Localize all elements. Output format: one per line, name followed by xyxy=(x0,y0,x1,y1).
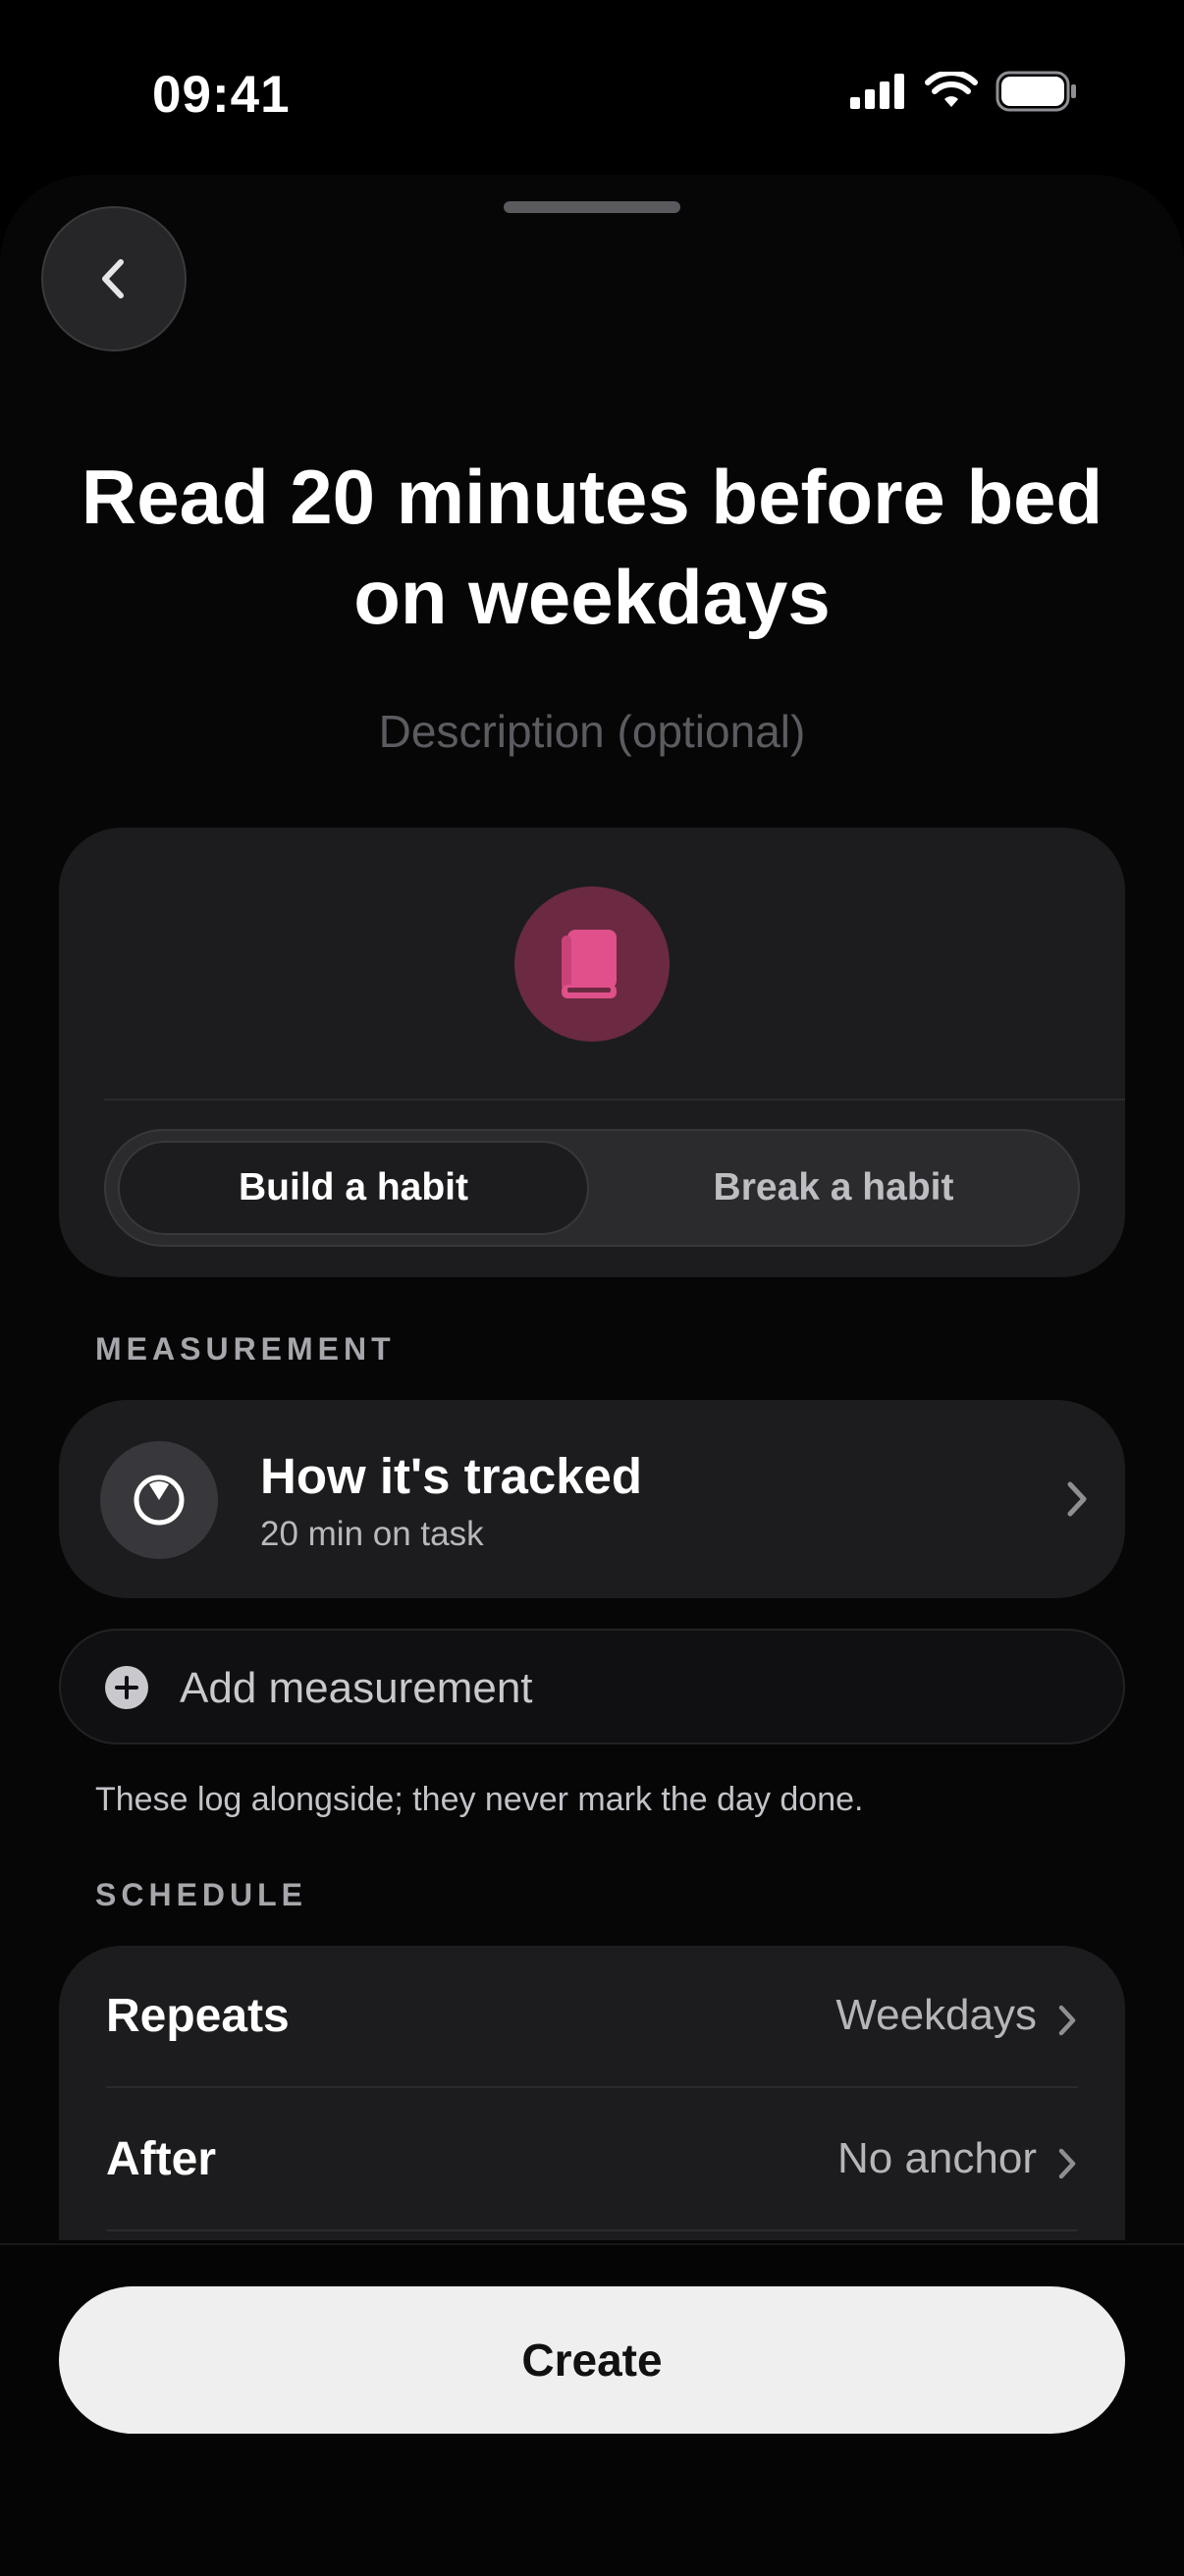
timer-icon xyxy=(134,1475,185,1526)
segment-break-habit[interactable]: Break a habit xyxy=(597,1141,1070,1235)
row-value: No anchor xyxy=(836,2134,1037,2182)
status-bar: 09:41 xyxy=(0,0,1184,187)
chevron-left-icon xyxy=(102,259,124,298)
measurement-section-label: MEASUREMENT xyxy=(95,1331,396,1367)
habit-icon-button[interactable] xyxy=(514,886,670,1042)
habit-mode-segmented-control: Build a habit Break a habit xyxy=(104,1129,1080,1247)
chevron-right-icon xyxy=(1067,1481,1087,1517)
back-button[interactable] xyxy=(41,206,187,351)
row-divider xyxy=(106,2229,1078,2231)
chevron-right-icon xyxy=(1058,2148,1076,2179)
book-icon xyxy=(562,930,617,998)
tracked-title: How it's tracked xyxy=(260,1448,643,1504)
description-input[interactable]: Description (optional) xyxy=(0,705,1184,758)
schedule-card: Repeats Weekdays After No anchor xyxy=(59,1946,1125,2240)
status-icons xyxy=(848,71,1078,112)
tracked-subtitle: 20 min on task xyxy=(260,1515,484,1553)
tracked-icon-container xyxy=(100,1441,218,1559)
plus-circle-icon xyxy=(105,1666,148,1709)
habit-title[interactable]: Read 20 minutes before bed on weekdays xyxy=(39,447,1145,647)
add-measurement-button[interactable]: Add measurement xyxy=(59,1629,1125,1744)
wifi-icon xyxy=(925,72,978,107)
measurement-helper-text: These log alongside; they never mark the… xyxy=(95,1781,864,1818)
create-button[interactable]: Create xyxy=(59,2286,1125,2434)
segment-build-habit[interactable]: Build a habit xyxy=(118,1141,589,1235)
how-tracked-row[interactable]: How it's tracked 20 min on task xyxy=(59,1400,1125,1598)
schedule-section-label: SCHEDULE xyxy=(95,1877,308,1912)
schedule-row-repeats[interactable]: Repeats Weekdays xyxy=(59,1946,1125,2089)
row-divider xyxy=(106,2086,1078,2088)
bottom-action-bar: Create xyxy=(0,2243,1184,2576)
chevron-right-icon xyxy=(1058,2005,1076,2036)
habit-type-card: Build a habit Break a habit xyxy=(59,828,1125,1277)
add-measurement-label: Add measurement xyxy=(180,1664,533,1712)
schedule-row-after[interactable]: After No anchor xyxy=(59,2089,1125,2232)
card-divider xyxy=(104,1099,1125,1100)
battery-icon xyxy=(996,71,1076,112)
sheet-grabber[interactable] xyxy=(504,201,680,213)
row-value: Weekdays xyxy=(835,1991,1037,2039)
cellular-signal-icon xyxy=(850,74,904,109)
status-time: 09:41 xyxy=(152,66,291,124)
row-label: Repeats xyxy=(106,1990,290,2042)
row-label: After xyxy=(106,2133,217,2185)
